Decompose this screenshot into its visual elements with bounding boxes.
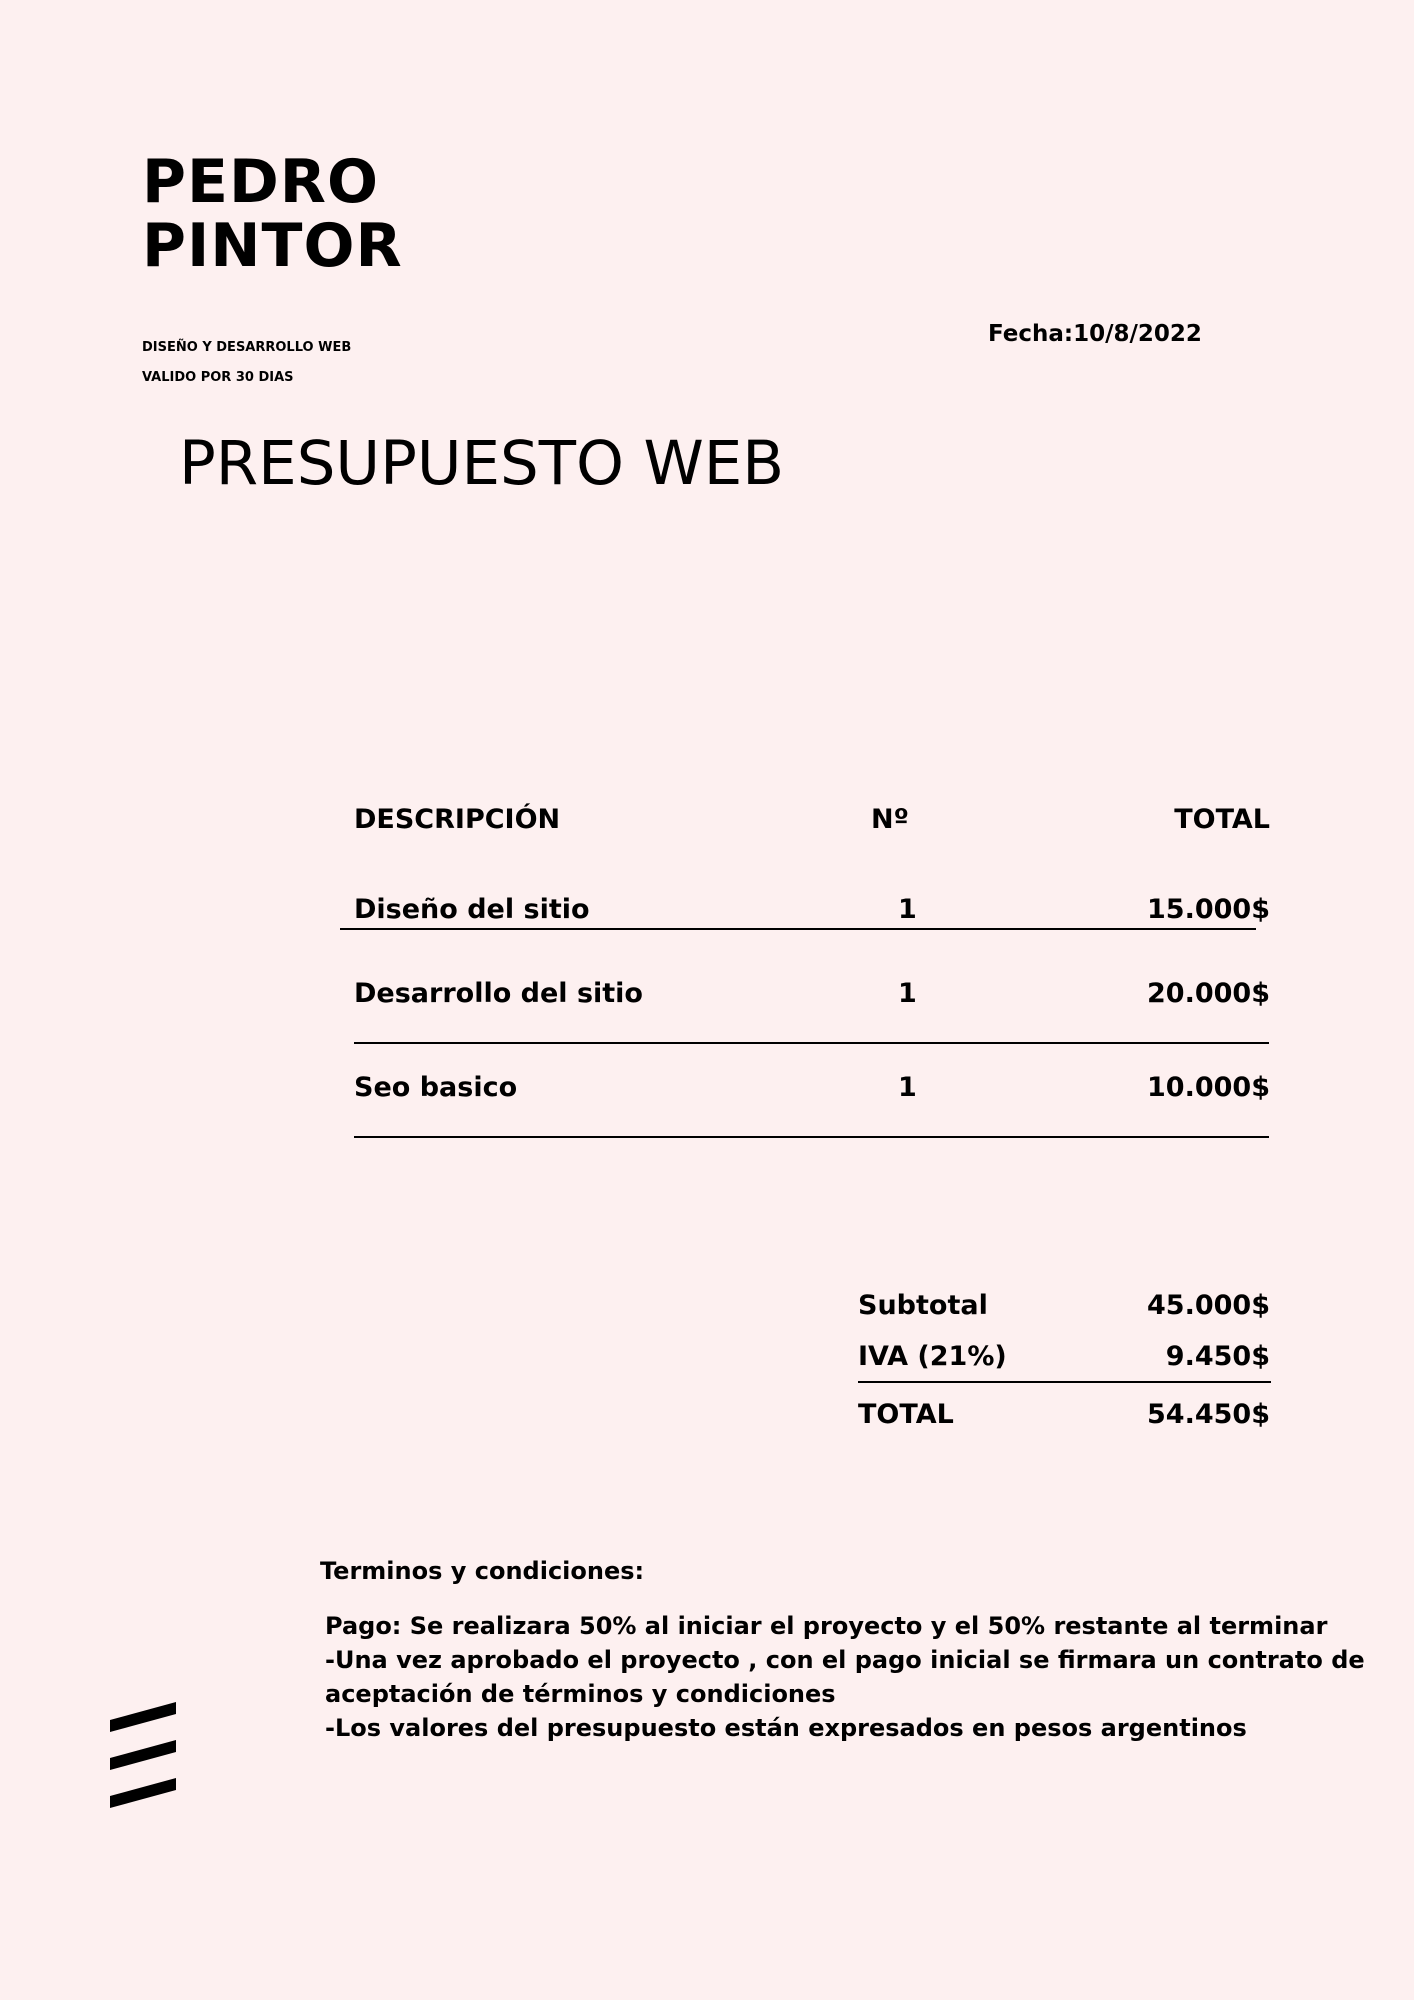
brand-name: PEDRO PINTOR: [142, 150, 403, 278]
validity-note: VALIDO POR 30 DIAS: [142, 370, 294, 385]
row-divider: [354, 1136, 1269, 1138]
row-2-quantity: 1: [898, 978, 917, 1009]
row-divider: [340, 928, 1256, 930]
brand-line-2: PINTOR: [142, 211, 403, 281]
quote-date: Fecha:10/8/2022: [988, 321, 1202, 347]
brand-line-1: PEDRO: [142, 147, 379, 217]
subtotal-value: 45.000$: [1147, 1290, 1270, 1321]
total-label: TOTAL: [858, 1399, 954, 1430]
summary-divider: [858, 1381, 1271, 1383]
tax-value: 9.450$: [1165, 1341, 1270, 1372]
column-header-total: TOTAL: [1174, 804, 1270, 835]
row-3-description: Seo basico: [354, 1072, 518, 1103]
terms-body: Pago: Se realizara 50% al iniciar el pro…: [325, 1609, 1365, 1745]
row-1-quantity: 1: [898, 894, 917, 925]
row-3-total: 10.000$: [1147, 1072, 1270, 1103]
row-1-description: Diseño del sitio: [354, 894, 590, 925]
row-1-total: 15.000$: [1147, 894, 1270, 925]
row-2-description: Desarrollo del sitio: [354, 978, 643, 1009]
terms-line: aceptación de términos y condiciones: [325, 1680, 836, 1708]
terms-line: -Una vez aprobado el proyecto , con el p…: [325, 1646, 1365, 1674]
subtotal-label: Subtotal: [858, 1290, 988, 1321]
terms-title: Terminos y condiciones:: [320, 1557, 645, 1585]
terms-line: Pago: Se realizara 50% al iniciar el pro…: [325, 1612, 1328, 1640]
tax-label: IVA (21%): [858, 1341, 1007, 1372]
column-header-description: DESCRIPCIÓN: [354, 804, 561, 835]
total-value: 54.450$: [1147, 1399, 1270, 1430]
row-3-quantity: 1: [898, 1072, 917, 1103]
row-divider: [354, 1042, 1269, 1044]
diagonal-stripes-icon: [110, 1702, 176, 1808]
tagline: DISEÑO Y DESARROLLO WEB: [142, 340, 352, 355]
terms-line: -Los valores del presupuesto están expre…: [325, 1714, 1247, 1742]
row-2-total: 20.000$: [1147, 978, 1270, 1009]
document-title: PRESUPUESTO WEB: [179, 428, 785, 499]
column-header-quantity: Nº: [871, 804, 909, 835]
